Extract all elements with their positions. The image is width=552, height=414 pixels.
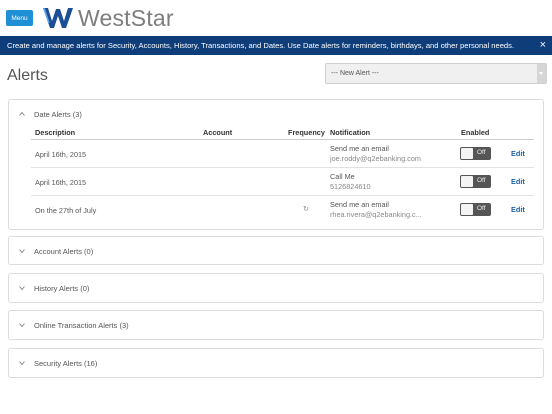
- toggle-knob: [461, 204, 473, 215]
- security-alerts-header[interactable]: Security Alerts (16): [9, 349, 543, 377]
- repeat-icon: ↻: [303, 206, 309, 213]
- page-title: Alerts: [7, 67, 48, 84]
- notification-target: rhea.rivera@q2ebanking.c...: [330, 210, 422, 219]
- row-notification: Send me an email joe.roddy@q2ebanking.co…: [330, 144, 421, 164]
- account-alerts-header[interactable]: Account Alerts (0): [9, 237, 543, 265]
- weststar-logo-icon: [43, 7, 73, 28]
- col-account: Account: [203, 128, 233, 137]
- enabled-toggle[interactable]: Off: [460, 175, 491, 188]
- menu-button[interactable]: Menu: [6, 10, 33, 26]
- info-banner: Create and manage alerts for Security, A…: [0, 36, 552, 55]
- history-alerts-panel[interactable]: History Alerts (0): [8, 273, 544, 303]
- banner-text: Create and manage alerts for Security, A…: [7, 41, 515, 50]
- chevron-up-icon: [19, 111, 25, 117]
- online-transaction-alerts-header[interactable]: Online Transaction Alerts (3): [9, 311, 543, 339]
- table-row: On the 27th of July ↻ Send me an email r…: [31, 196, 534, 224]
- chevron-down-icon: [19, 285, 25, 291]
- history-alerts-title: History Alerts (0): [34, 283, 90, 293]
- toggle-label: Off: [477, 149, 486, 156]
- row-notification: Call Me 5126824610: [330, 172, 371, 192]
- enabled-toggle[interactable]: Off: [460, 147, 491, 160]
- notification-type: Send me an email: [330, 200, 389, 209]
- row-description: On the 27th of July: [35, 206, 97, 215]
- notification-target: 5126824610: [330, 182, 371, 191]
- notification-type: Send me an email: [330, 144, 389, 153]
- table-row: April 16th, 2015 Call Me 5126824610 Off …: [31, 168, 534, 196]
- close-icon[interactable]: ×: [540, 39, 546, 51]
- brand-name: WestStar: [78, 4, 174, 31]
- col-frequency: Frequency: [288, 128, 325, 137]
- row-description: April 16th, 2015: [35, 150, 87, 159]
- chevron-down-icon: [19, 248, 25, 254]
- toggle-label: Off: [477, 205, 486, 212]
- toggle-knob: [461, 148, 473, 159]
- chevron-down-icon: [19, 322, 25, 328]
- history-alerts-header[interactable]: History Alerts (0): [9, 274, 543, 302]
- toggle-knob: [461, 176, 473, 187]
- new-alert-select[interactable]: --- New Alert ---: [325, 63, 547, 84]
- edit-link[interactable]: Edit: [511, 149, 525, 158]
- col-notification: Notification: [330, 128, 371, 137]
- edit-link[interactable]: Edit: [511, 177, 525, 186]
- date-alerts-panel: Date Alerts (3) Description Account Freq…: [8, 99, 544, 230]
- row-notification: Send me an email rhea.rivera@q2ebanking.…: [330, 200, 422, 220]
- col-enabled: Enabled: [461, 128, 490, 137]
- account-alerts-title: Account Alerts (0): [34, 246, 94, 256]
- brand-logo[interactable]: WestStar: [42, 5, 174, 31]
- notification-type: Call Me: [330, 172, 355, 181]
- date-alerts-title: Date Alerts (3): [34, 109, 82, 119]
- app-header: Menu WestStar: [0, 0, 552, 36]
- online-transaction-alerts-panel[interactable]: Online Transaction Alerts (3): [8, 310, 544, 340]
- new-alert-selected: --- New Alert ---: [331, 70, 379, 77]
- notification-target: joe.roddy@q2ebanking.com: [330, 154, 421, 163]
- enabled-toggle[interactable]: Off: [460, 203, 491, 216]
- toggle-label: Off: [477, 177, 486, 184]
- col-description: Description: [35, 128, 76, 137]
- security-alerts-title: Security Alerts (16): [34, 358, 98, 368]
- security-alerts-panel[interactable]: Security Alerts (16): [8, 348, 544, 378]
- account-alerts-panel[interactable]: Account Alerts (0): [8, 236, 544, 265]
- chevron-down-icon: [19, 360, 25, 366]
- online-transaction-alerts-title: Online Transaction Alerts (3): [34, 320, 129, 330]
- chevron-down-icon: [537, 64, 546, 83]
- edit-link[interactable]: Edit: [511, 205, 525, 214]
- table-row: April 16th, 2015 Send me an email joe.ro…: [31, 140, 534, 168]
- table-header: Description Account Frequency Notificati…: [31, 126, 534, 140]
- date-alerts-table: Description Account Frequency Notificati…: [31, 126, 534, 224]
- row-description: April 16th, 2015: [35, 178, 87, 187]
- date-alerts-header[interactable]: Date Alerts (3): [9, 100, 543, 128]
